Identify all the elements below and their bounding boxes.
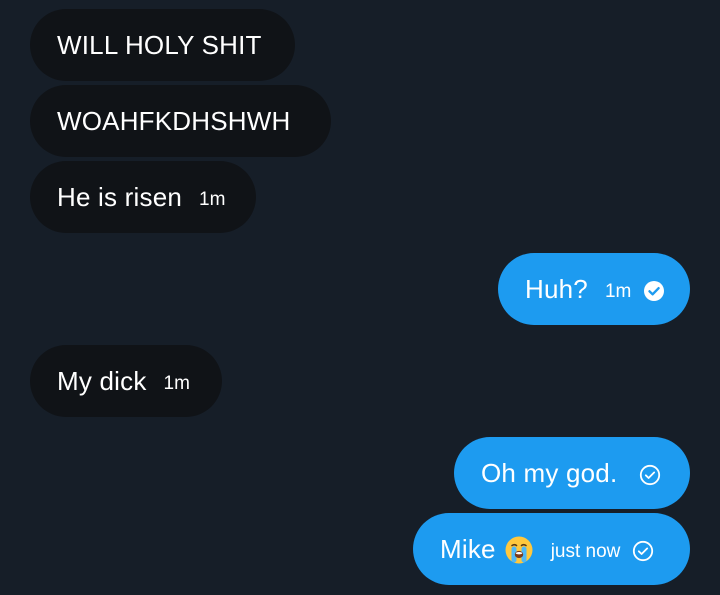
- message-text: Mike: [440, 533, 496, 564]
- sent-check-icon: [639, 464, 661, 486]
- sent-check-icon: [632, 540, 654, 562]
- message-text: Huh?: [525, 273, 588, 304]
- outgoing-message-bubble[interactable]: Huh? 1m: [498, 253, 690, 325]
- incoming-message-bubble[interactable]: WOAHFKDHSHWH: [30, 85, 331, 157]
- message-timestamp: 1m: [199, 189, 226, 210]
- outgoing-message-bubble[interactable]: Mike just now: [413, 513, 690, 585]
- incoming-message-bubble[interactable]: He is risen 1m: [30, 161, 256, 233]
- outgoing-message-bubble[interactable]: Oh my god.: [454, 437, 690, 509]
- message-text: My dick: [57, 365, 147, 396]
- message-timestamp: just now: [550, 541, 621, 562]
- loudly-crying-face-icon: [504, 535, 534, 565]
- incoming-message-bubble[interactable]: My dick 1m: [30, 345, 222, 417]
- chat-thread: WILL HOLY SHIT WOAHFKDHSHWH He is risen …: [0, 0, 720, 595]
- message-timestamp: 1m: [604, 281, 632, 302]
- message-timestamp: 1m: [163, 373, 190, 394]
- message-text: Oh my god.: [481, 457, 618, 488]
- message-text: WOAHFKDHSHWH: [57, 105, 291, 136]
- read-check-icon: [643, 280, 665, 302]
- incoming-message-bubble[interactable]: WILL HOLY SHIT: [30, 9, 295, 81]
- message-text: He is risen: [57, 181, 183, 212]
- message-text: WILL HOLY SHIT: [57, 29, 262, 60]
